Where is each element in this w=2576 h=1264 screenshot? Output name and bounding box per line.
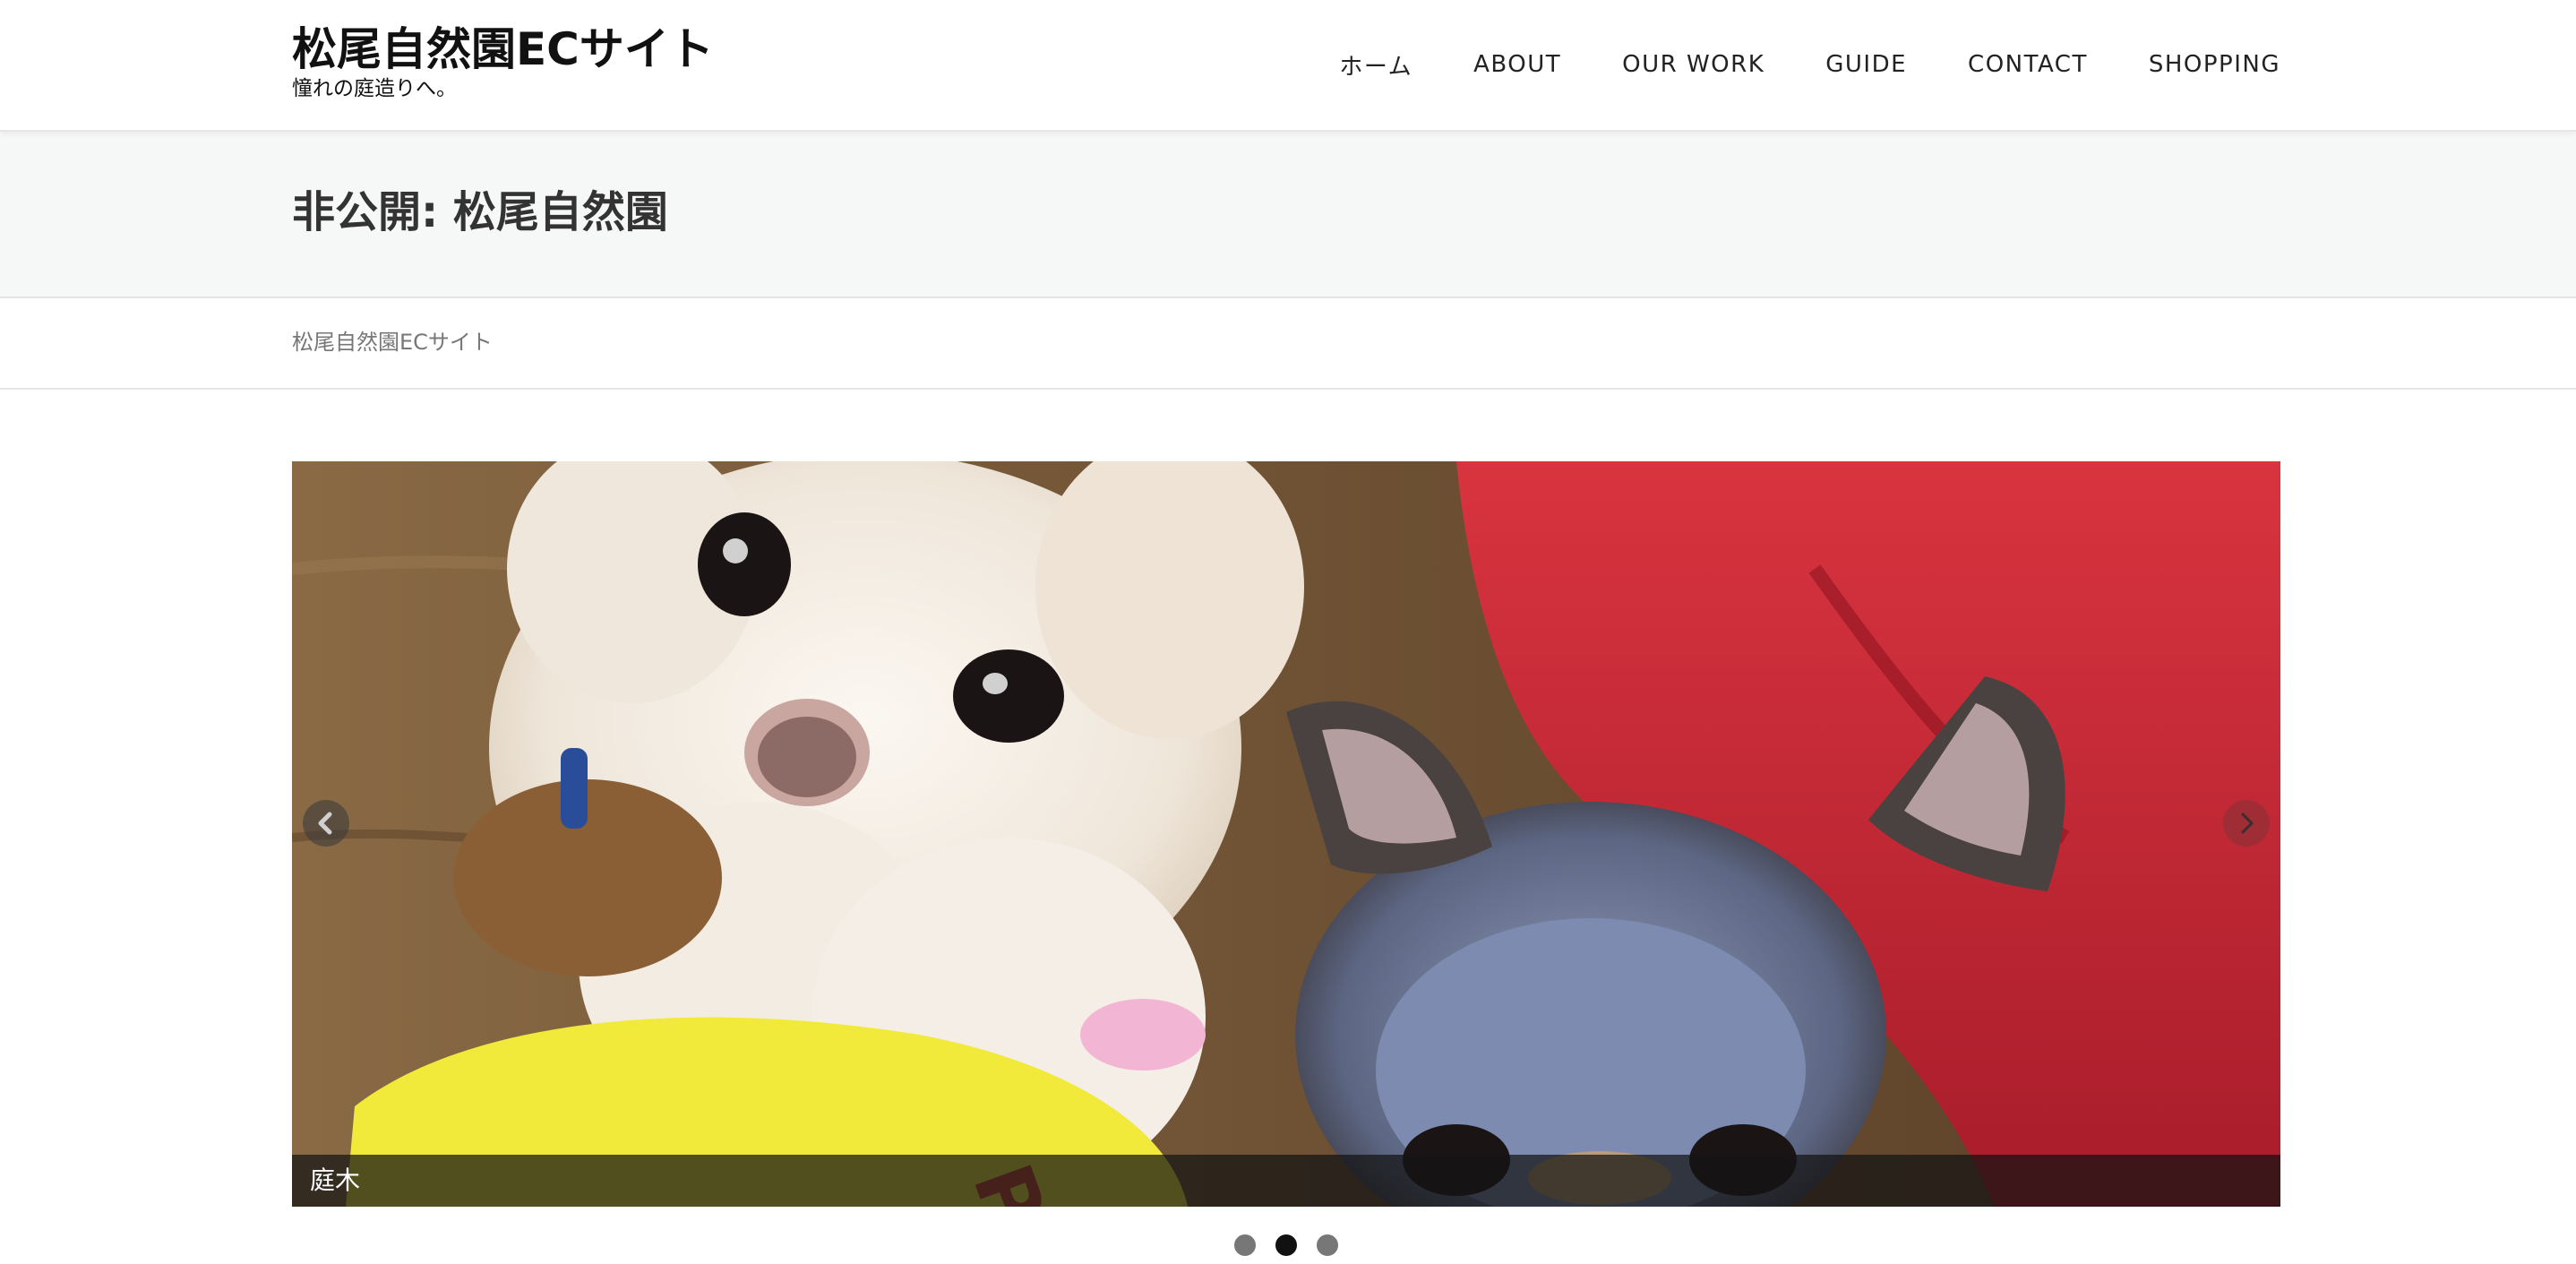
slide-image: PO <box>292 461 2280 1207</box>
slider-dot-3[interactable] <box>1317 1234 1338 1256</box>
main-nav: ホーム ABOUT OUR WORK GUIDE CONTACT SHOPPIN… <box>1339 45 2280 84</box>
breadcrumb-band: 松尾自然園ECサイト <box>0 298 2576 390</box>
chevron-left-icon <box>318 812 332 835</box>
nav-item-about[interactable]: ABOUT <box>1473 51 1561 78</box>
nav-item-guide[interactable]: GUIDE <box>1825 51 1907 78</box>
slider-next-button[interactable] <box>2223 800 2270 847</box>
site-title[interactable]: 松尾自然園ECサイト <box>292 21 714 77</box>
site-tagline: 憧れの庭造りへ。 <box>292 77 457 100</box>
slider-dot-1[interactable] <box>1234 1234 1256 1256</box>
nav-item-our-work[interactable]: OUR WORK <box>1622 51 1765 78</box>
slide-caption: 庭木 <box>310 1165 361 1195</box>
site-header: 松尾自然園ECサイト 憧れの庭造りへ。 ホーム ABOUT OUR WORK G… <box>0 0 2576 132</box>
page-title-band: 非公開: 松尾自然園 <box>0 132 2576 298</box>
image-slider[interactable]: PO 庭木 <box>292 461 2280 1207</box>
breadcrumb[interactable]: 松尾自然園ECサイト <box>292 327 493 357</box>
slider-pagination <box>1234 1234 1342 1256</box>
slide-caption-bar: 庭木 <box>292 1155 2280 1207</box>
chevron-right-icon <box>2241 813 2254 834</box>
page-title: 非公開: 松尾自然園 <box>292 187 668 237</box>
nav-item-contact[interactable]: CONTACT <box>1968 51 2088 78</box>
nav-item-shopping[interactable]: SHOPPING <box>2149 51 2280 78</box>
nav-item-home[interactable]: ホーム <box>1339 48 1413 82</box>
slider-prev-button[interactable] <box>303 800 349 847</box>
slider-dot-2[interactable] <box>1275 1234 1297 1256</box>
